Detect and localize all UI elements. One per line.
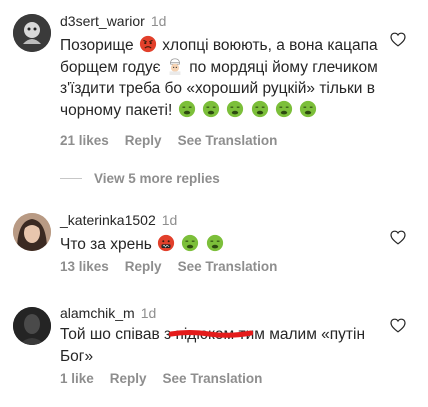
nauseated-face-emoji bbox=[182, 234, 199, 252]
reply-button[interactable]: Reply bbox=[125, 133, 162, 148]
red-scribble bbox=[169, 330, 254, 338]
divider bbox=[60, 178, 82, 179]
view-more-label[interactable]: View 5 more replies bbox=[94, 171, 220, 186]
avatar[interactable] bbox=[13, 307, 51, 345]
view-more-replies[interactable]: View 5 more replies bbox=[60, 171, 220, 186]
comment-username[interactable]: d3sert_warior 1d bbox=[60, 13, 166, 29]
timestamp: 1d bbox=[161, 212, 178, 228]
comment-text-part: Той шо співав з bbox=[60, 326, 172, 343]
likes-count[interactable]: 13 likes bbox=[60, 259, 109, 274]
see-translation-button[interactable]: See Translation bbox=[178, 259, 278, 274]
username-text[interactable]: alamchik_m bbox=[60, 305, 135, 321]
cursing-face-emoji bbox=[158, 234, 175, 252]
see-translation-button[interactable]: See Translation bbox=[163, 371, 263, 386]
man-cook-emoji bbox=[169, 57, 181, 75]
comment-actions: 13 likes Reply See Translation bbox=[60, 259, 293, 274]
comment-username[interactable]: _katerinka1502 1d bbox=[60, 212, 177, 228]
reply-button[interactable]: Reply bbox=[125, 259, 162, 274]
comment-text: Что за хрень bbox=[60, 234, 380, 256]
timestamp: 1d bbox=[150, 13, 167, 29]
comment-text: Той шо співав з підюком тим малим «путін… bbox=[60, 324, 380, 367]
see-translation-button[interactable]: See Translation bbox=[178, 133, 278, 148]
likes-count[interactable]: 1 like bbox=[60, 371, 94, 386]
nauseated-face-emoji bbox=[178, 100, 195, 117]
avatar[interactable] bbox=[13, 14, 51, 52]
comment-text-part: Позорище bbox=[60, 37, 134, 54]
comment-actions: 1 like Reply See Translation bbox=[60, 371, 278, 386]
nauseated-face-emoji bbox=[227, 100, 244, 117]
redacted-word: підюком bbox=[169, 324, 254, 346]
nauseated-face-emoji bbox=[206, 234, 223, 252]
likes-count[interactable]: 21 likes bbox=[60, 133, 109, 148]
heart-icon[interactable] bbox=[390, 230, 406, 245]
comment-text-part: Что за хрень bbox=[60, 236, 152, 253]
timestamp: 1d bbox=[140, 305, 157, 321]
username-text[interactable]: d3sert_warior bbox=[60, 13, 145, 29]
reply-button[interactable]: Reply bbox=[110, 371, 147, 386]
nauseated-face-emoji bbox=[300, 100, 317, 117]
comment-text: Позорище хлопці воюють, а вона кацапа бо… bbox=[60, 35, 380, 121]
username-text[interactable]: _katerinka1502 bbox=[60, 212, 156, 228]
comment-actions: 21 likes Reply See Translation bbox=[60, 133, 293, 148]
heart-icon[interactable] bbox=[390, 32, 406, 47]
heart-icon[interactable] bbox=[390, 318, 406, 333]
angry-face-emoji bbox=[139, 35, 157, 53]
comment-username[interactable]: alamchik_m 1d bbox=[60, 305, 156, 321]
avatar[interactable] bbox=[13, 213, 51, 251]
nauseated-face-emoji bbox=[251, 100, 268, 117]
nauseated-face-emoji bbox=[202, 100, 220, 117]
nauseated-face-emoji bbox=[275, 100, 292, 117]
